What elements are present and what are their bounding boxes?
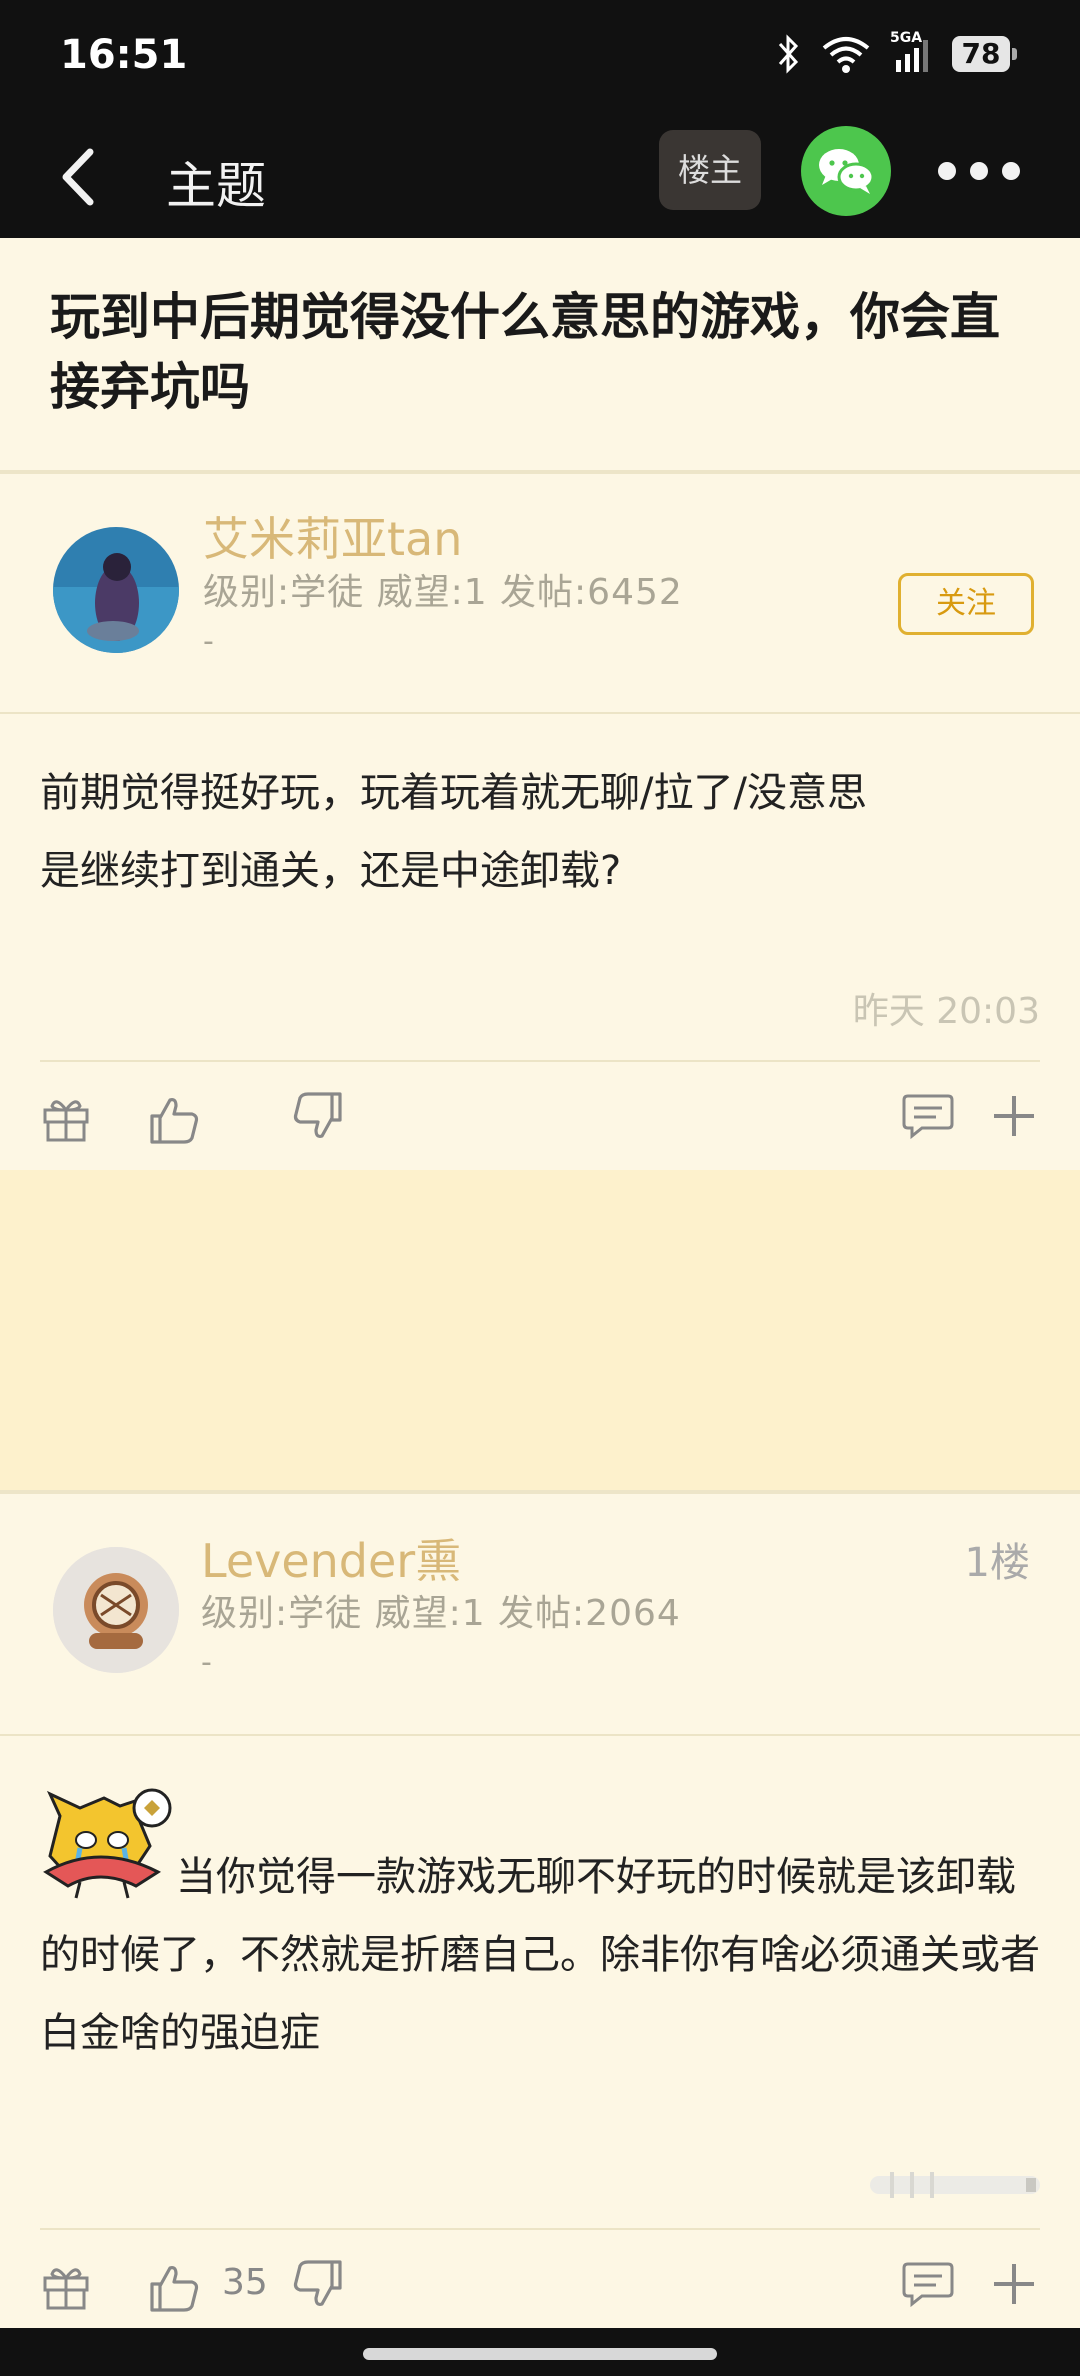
home-indicator[interactable] [363,2348,717,2360]
section-divider [0,712,1080,714]
user-signature: - [203,624,214,659]
more-options-icon[interactable] [938,156,1028,186]
action-divider [40,1060,1040,1062]
section-divider [0,1734,1080,1736]
wechat-share-button[interactable] [801,126,891,216]
thumbs-up-icon[interactable] [146,2260,202,2316]
avatar[interactable] [53,1547,179,1673]
wechat-icon [819,149,875,194]
post-action-bar: 35 [0,2248,1080,2328]
post-line: 前期觉得挺好玩，玩着玩着就无聊/拉了/没意思 [40,770,867,816]
gift-icon[interactable] [38,1090,94,1146]
user-signature: - [201,1645,212,1680]
avatar[interactable] [53,527,179,653]
username[interactable]: 艾米莉亚tan [203,503,462,569]
status-time: 16:51 [60,32,188,78]
like-count: 35 [222,2262,268,2303]
top-nav-bar: 主题 楼主 [0,120,1080,238]
user-meta: 级别:学徒 威望:1 发帖:6452 [203,572,683,613]
post-line: 是继续打到通关，还是中途卸载? [40,848,622,894]
username[interactable]: Levender熏 [201,1525,461,1591]
thumbs-up-icon[interactable] [146,1092,202,1148]
banner-area [0,1170,1080,1490]
cellular-signal-icon: 5GA [890,30,934,74]
section-divider [0,470,1080,474]
battery-indicator: 78 [952,36,1017,72]
topic-title: 玩到中后期觉得没什么意思的游戏，你会直接弃坑吗 [50,288,1000,416]
user-meta: 级别:学徒 威望:1 发帖:2064 [201,1593,681,1634]
post-timestamp: 昨天 20:03 [852,991,1040,1032]
image-placeholder [870,2172,1040,2198]
status-icons: 5GA 78 [776,30,1017,74]
thumbs-down-icon[interactable] [290,1088,346,1144]
only-owner-button[interactable]: 楼主 [659,130,761,210]
follow-button[interactable]: 关注 [898,573,1034,635]
back-arrow-icon[interactable] [48,142,118,212]
page-title: 主题 [166,157,266,215]
comment-icon[interactable] [900,1088,956,1144]
plus-icon[interactable] [986,1088,1042,1144]
post-body: 当你觉得一款游戏无聊不好玩的时候就是该卸载的时候了，不然就是折磨自己。除非你有啥… [40,1786,1040,2072]
thumbs-down-icon[interactable] [290,2256,346,2312]
gift-icon[interactable] [38,2258,94,2314]
crying-sticker-image [43,1788,172,1899]
section-divider [0,1490,1080,1494]
comment-icon[interactable] [900,2256,956,2312]
post-action-bar [0,1080,1080,1160]
wifi-icon [822,37,870,73]
bluetooth-icon [778,34,799,74]
action-divider [40,2228,1040,2230]
floor-number: 1楼 [964,1540,1030,1586]
plus-icon[interactable] [986,2256,1042,2312]
post-body: 前期觉得挺好玩，玩着玩着就无聊/拉了/没意思 是继续打到通关，还是中途卸载? [40,754,1040,910]
reply-text: 当你觉得一款游戏无聊不好玩的时候就是该卸载的时候了，不然就是折磨自己。除非你有啥… [40,1854,1040,2056]
status-bar: 16:51 5GA 78 [0,0,1080,120]
